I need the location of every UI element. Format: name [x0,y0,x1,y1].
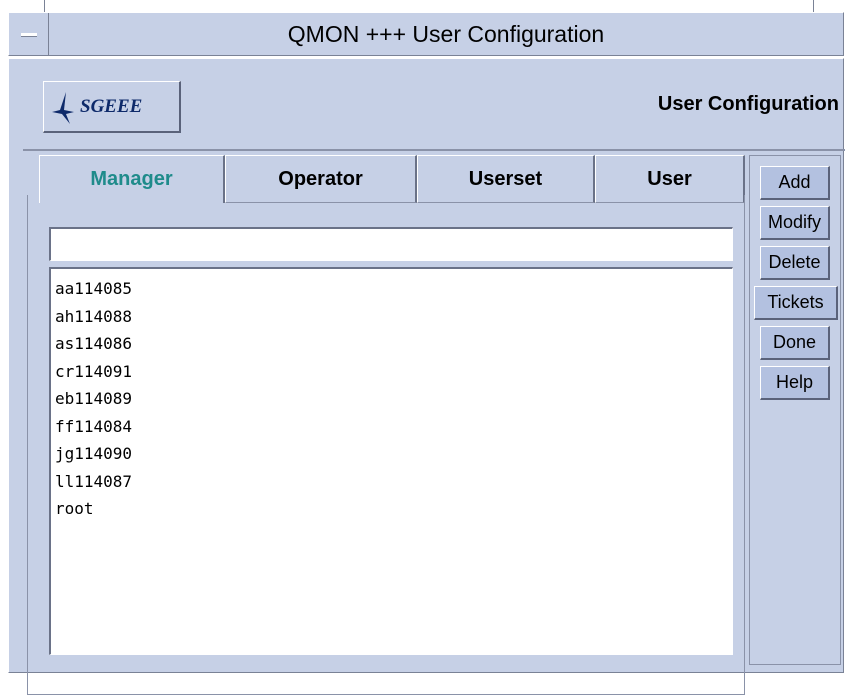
logo-text: SGEEE [80,96,143,117]
manager-list[interactable]: aa114085 ah114088 as114086 cr114091 eb11… [49,267,733,655]
user-name-input[interactable] [49,227,733,261]
window-title: QMON +++ User Configuration [287,21,605,47]
border-tick [813,0,814,12]
list-item[interactable]: root [55,495,732,523]
list-item[interactable]: as114086 [55,330,732,358]
done-button[interactable]: Done [760,326,830,360]
list-item[interactable]: ah114088 [55,303,732,331]
header: SGEEE User Configuration [23,69,845,151]
page-title: User Configuration [657,93,839,115]
list-item[interactable]: eb114089 [55,385,732,413]
sgeee-logo-button[interactable]: SGEEE [43,81,181,133]
action-button-column: Add Modify Delete Tickets Done Help [749,155,841,665]
list-item[interactable]: jg114090 [55,440,732,468]
add-button[interactable]: Add [760,166,830,200]
list-item[interactable]: ff114084 [55,413,732,441]
list-item[interactable]: aa114085 [55,275,732,303]
border-tick [44,0,45,12]
delete-button[interactable]: Delete [760,246,830,280]
qmon-window: QMON +++ User Configuration SGEEE User C… [0,0,846,695]
title-bar[interactable]: QMON +++ User Configuration [8,12,844,56]
help-button[interactable]: Help [760,366,830,400]
modify-button[interactable]: Modify [760,206,830,240]
bird-logo-icon [52,92,74,124]
main-frame: SGEEE User Configuration Manager Operato… [8,58,845,695]
list-item[interactable]: cr114091 [55,358,732,386]
window-menu-icon [21,33,37,37]
list-item[interactable]: ll114087 [55,468,732,496]
window-menu-button[interactable] [9,13,49,55]
tickets-button[interactable]: Tickets [754,286,838,320]
